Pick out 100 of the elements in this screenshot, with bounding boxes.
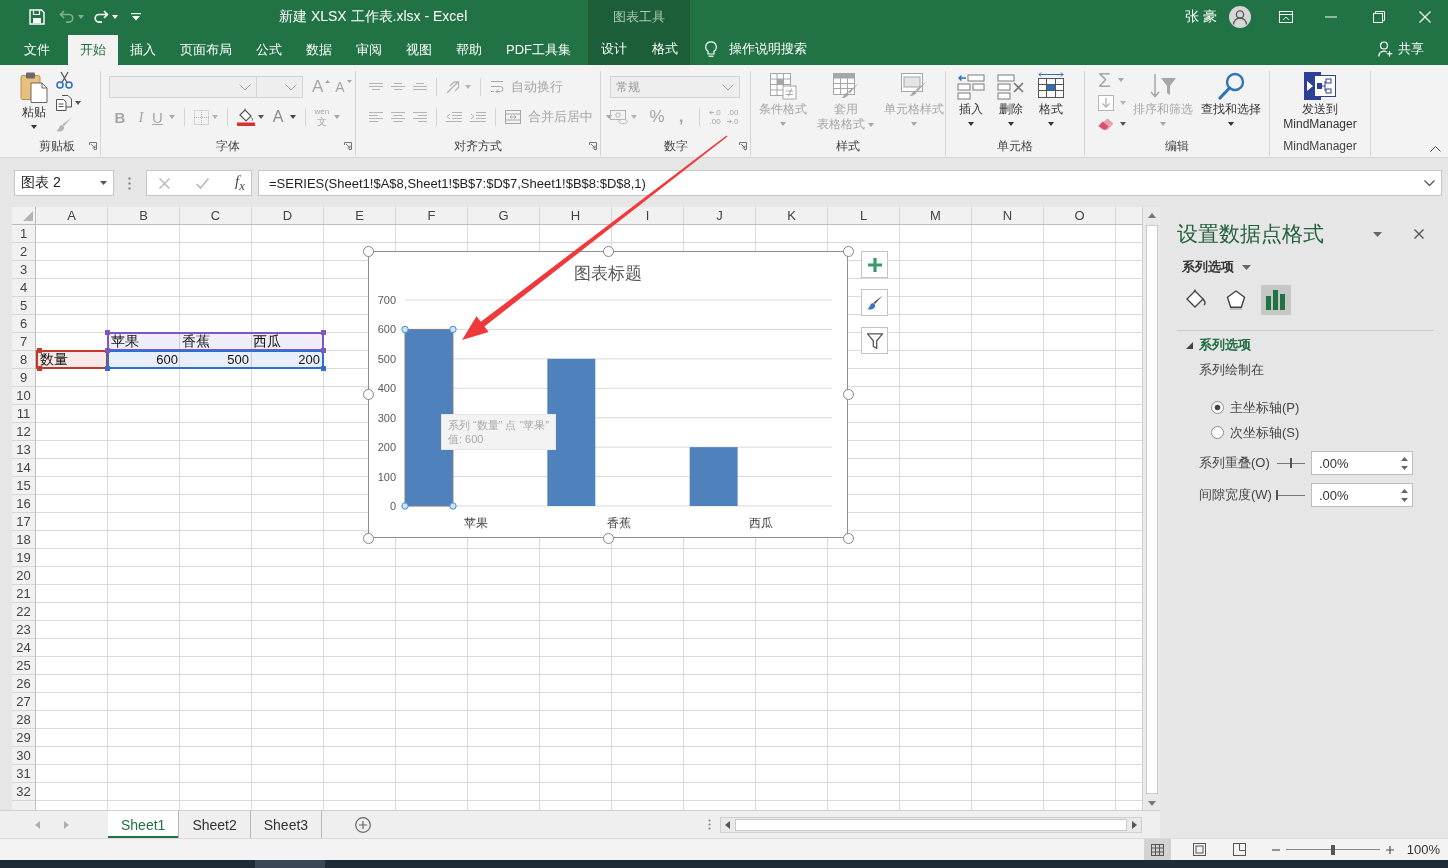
radio-label[interactable]: 次坐标轴(S)	[1230, 423, 1300, 442]
add-circle-icon[interactable]	[355, 816, 372, 833]
chart-styles-button[interactable]	[861, 289, 888, 316]
resize-handle-icon[interactable]	[104, 347, 110, 353]
selection-handle-icon[interactable]	[401, 502, 409, 510]
resize-handle-icon[interactable]	[362, 388, 374, 400]
resize-handle-icon[interactable]	[362, 245, 374, 257]
eraser-icon[interactable]	[1098, 118, 1114, 130]
share-button[interactable]: 共享	[1378, 40, 1424, 58]
caret-icon[interactable]	[1228, 122, 1234, 126]
selection-handle-icon[interactable]	[449, 502, 457, 510]
caret-icon[interactable]	[1048, 122, 1054, 126]
avatar-icon[interactable]	[1229, 5, 1251, 28]
resize-handle-icon[interactable]	[362, 532, 374, 544]
resize-handle-icon[interactable]	[320, 347, 326, 353]
caret-icon[interactable]	[100, 181, 107, 185]
row-header[interactable]: 10	[12, 387, 35, 405]
close-icon[interactable]	[1414, 229, 1424, 239]
slider-thumb[interactable]	[1330, 844, 1335, 855]
caret-icon[interactable]	[1008, 122, 1014, 126]
resize-handle-icon[interactable]	[842, 245, 854, 257]
radio-button[interactable]	[1211, 426, 1224, 439]
horizontal-scrollbar[interactable]	[720, 816, 1142, 833]
row-header[interactable]: 32	[12, 783, 35, 801]
row-header[interactable]: 27	[12, 693, 35, 711]
dialog-launcher-icon[interactable]	[89, 142, 97, 150]
row-header[interactable]: 5	[12, 297, 35, 315]
series-options-dropdown[interactable]: 系列选项	[1177, 258, 1251, 276]
vertical-dots-icon[interactable]	[708, 819, 711, 830]
row-header[interactable]: 9	[12, 369, 35, 387]
triangle-expanded-icon[interactable]	[1186, 341, 1193, 349]
column-header[interactable]: G	[468, 207, 540, 224]
column-header[interactable]: K	[756, 207, 828, 224]
section-header[interactable]: 系列选项	[1199, 336, 1251, 354]
row-header[interactable]: 25	[12, 657, 35, 675]
caret-icon[interactable]	[112, 14, 118, 19]
scroll-right-icon[interactable]	[1132, 820, 1137, 829]
chart-filters-button[interactable]	[861, 327, 888, 354]
chart-area[interactable]: 图表标题 0 100 200 300 400 500 600 700 苹果 香蕉 西瓜 系列 “数量” 点 “苹果” 值: 600	[368, 251, 848, 538]
row-header[interactable]: 22	[12, 603, 35, 621]
caret-icon[interactable]	[75, 101, 81, 105]
format-cells-button[interactable]: 格式	[1034, 71, 1068, 126]
spin-up-icon[interactable]	[1401, 488, 1408, 493]
caret-icon[interactable]	[968, 122, 974, 126]
row-header[interactable]: 20	[12, 567, 35, 585]
spin-down-icon[interactable]	[1401, 465, 1408, 470]
chevron-down-icon[interactable]	[1424, 180, 1435, 186]
column-header[interactable]: E	[324, 207, 396, 224]
user-name[interactable]: 张 豪	[1185, 7, 1217, 26]
resize-handle-icon[interactable]	[320, 329, 326, 335]
ribbon-tab[interactable]: 插入	[118, 35, 168, 65]
row-header[interactable]: 17	[12, 513, 35, 531]
caret-icon[interactable]	[1120, 122, 1126, 126]
ribbon-tab[interactable]: 数据	[294, 35, 344, 65]
bar[interactable]	[689, 447, 738, 506]
row-header[interactable]: 6	[12, 315, 35, 333]
bar[interactable]	[547, 358, 596, 506]
column-header[interactable]: L	[828, 207, 900, 224]
row-header[interactable]: 31	[12, 765, 35, 783]
ribbon-tab[interactable]: 帮助	[444, 35, 494, 65]
selection-handle-icon[interactable]	[449, 325, 457, 334]
chart-elements-button[interactable]	[861, 251, 888, 278]
scissors-icon[interactable]	[56, 71, 73, 89]
dialog-launcher-icon[interactable]	[344, 142, 352, 150]
resize-handle-icon[interactable]	[602, 245, 614, 257]
send-to-mindmanager-button[interactable]: 发送到 MindManager	[1280, 71, 1360, 132]
row-header[interactable]: 7	[12, 333, 35, 351]
row-header[interactable]: 29	[12, 729, 35, 747]
sheet-tab[interactable]: Sheet1	[108, 811, 180, 838]
save-icon[interactable]	[29, 8, 45, 25]
fill-bucket-icon[interactable]	[236, 108, 255, 126]
insert-cells-button[interactable]: 插入	[954, 71, 988, 126]
scroll-thumb[interactable]	[735, 818, 1127, 831]
row-header[interactable]: 30	[12, 747, 35, 765]
ribbon-tab[interactable]: PDF工具集	[494, 35, 583, 65]
restore-icon[interactable]	[1373, 10, 1385, 23]
vertical-scrollbar[interactable]	[1142, 207, 1160, 810]
tell-me-search[interactable]: 操作说明搜索	[705, 40, 807, 58]
caret-icon[interactable]	[31, 125, 37, 129]
row-header[interactable]: 4	[12, 279, 35, 297]
zoom-out-icon[interactable]	[1271, 848, 1280, 851]
ribbon-tab[interactable]: 开始	[68, 35, 118, 65]
dialog-launcher-icon[interactable]	[589, 142, 597, 150]
row-header[interactable]: 1	[12, 225, 35, 243]
ribbon-tab[interactable]: 文件	[12, 35, 62, 65]
resize-handle-icon[interactable]	[104, 329, 110, 335]
ribbon-tab[interactable]: 页面布局	[168, 35, 244, 65]
row-header[interactable]: 23	[12, 621, 35, 639]
zoom-in-icon[interactable]	[1385, 845, 1394, 854]
resize-handle-icon[interactable]	[104, 365, 110, 371]
dialog-launcher-icon[interactable]	[739, 142, 747, 150]
row-header[interactable]: 3	[12, 261, 35, 279]
scroll-up-icon[interactable]	[1147, 213, 1156, 218]
ribbon-display-options-icon[interactable]	[1279, 10, 1293, 23]
row-header[interactable]: 14	[12, 459, 35, 477]
spin-up-icon[interactable]	[1401, 456, 1408, 461]
row-header[interactable]: 28	[12, 711, 35, 729]
find-select-button[interactable]: 查找和选择	[1198, 71, 1264, 126]
customize-toolbar-icon[interactable]	[131, 12, 141, 21]
percent-input-field[interactable]: .00%	[1311, 483, 1413, 507]
